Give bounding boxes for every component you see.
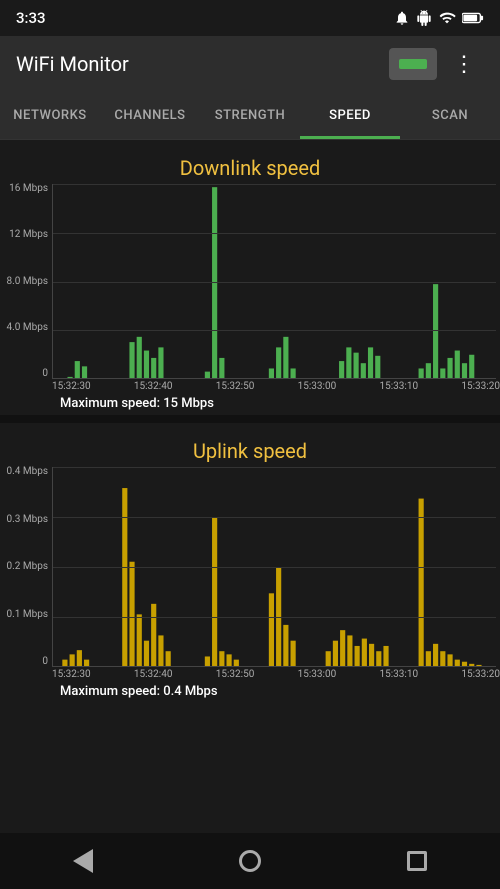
status-bar: 3:33 — [0, 0, 500, 36]
section-divider — [0, 415, 500, 423]
app-bar-actions: ⋮ — [389, 48, 484, 81]
more-options-button[interactable]: ⋮ — [445, 48, 484, 81]
back-icon — [73, 849, 93, 873]
tab-bar: NETWORKS CHANNELS STRENGTH SPEED SCAN — [0, 92, 500, 140]
back-button[interactable] — [59, 837, 107, 885]
home-button[interactable] — [226, 837, 274, 885]
tab-strength[interactable]: STRENGTH — [200, 92, 300, 139]
downlink-max-speed: Maximum speed: 15 Mbps — [0, 392, 500, 415]
uplink-y-axis: 0.4 Mbps 0.3 Mbps 0.2 Mbps 0.1 Mbps 0 — [0, 467, 52, 667]
battery-icon — [462, 10, 484, 26]
downlink-max-value: 15 Mbps — [163, 396, 214, 411]
app-bar: WiFi Monitor ⋮ — [0, 36, 500, 92]
downlink-chart-area — [52, 184, 496, 379]
tab-speed[interactable]: SPEED — [300, 92, 400, 139]
notification-icon — [394, 10, 410, 26]
downlink-y-axis: 16 Mbps 12 Mbps 8.0 Mbps 4.0 Mbps 0 — [0, 184, 52, 379]
downlink-title: Downlink speed — [0, 148, 500, 184]
downlink-section: Downlink speed 16 Mbps 12 Mbps 8.0 Mbps … — [0, 140, 500, 415]
signal-indicator — [399, 59, 427, 69]
downlink-bars-svg — [52, 184, 496, 379]
app-title: WiFi Monitor — [16, 52, 129, 76]
downlink-x-labels: 15:32:30 15:32:40 15:32:50 15:33:00 15:3… — [0, 381, 500, 392]
tab-scan[interactable]: SCAN — [400, 92, 500, 139]
main-content: Downlink speed 16 Mbps 12 Mbps 8.0 Mbps … — [0, 140, 500, 703]
uplink-x-labels: 15:32:30 15:32:40 15:32:50 15:33:00 15:3… — [0, 669, 500, 680]
status-time: 3:33 — [16, 9, 46, 27]
bottom-nav — [0, 833, 500, 889]
uplink-max-value: 0.4 Mbps — [163, 684, 217, 699]
tab-channels[interactable]: CHANNELS — [100, 92, 200, 139]
recents-icon — [407, 851, 427, 871]
status-icons — [394, 10, 484, 26]
uplink-title: Uplink speed — [0, 431, 500, 467]
home-icon — [239, 850, 261, 872]
signal-button[interactable] — [389, 48, 437, 80]
uplink-chart-area — [52, 467, 496, 667]
tab-networks[interactable]: NETWORKS — [0, 92, 100, 139]
uplink-bars-svg — [52, 467, 496, 667]
recents-button[interactable] — [393, 837, 441, 885]
uplink-max-speed: Maximum speed: 0.4 Mbps — [0, 680, 500, 703]
signal-icon — [438, 10, 456, 26]
android-icon — [416, 10, 432, 26]
uplink-section: Uplink speed 0.4 Mbps 0.3 Mbps 0.2 Mbps … — [0, 423, 500, 703]
